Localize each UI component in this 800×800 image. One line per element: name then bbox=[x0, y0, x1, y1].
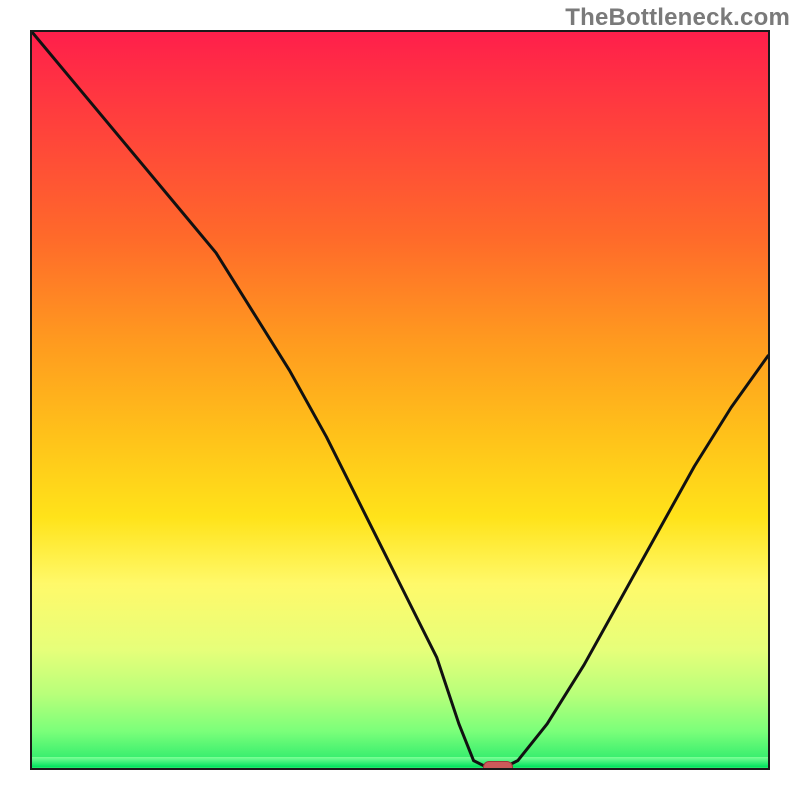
chart-plot-area bbox=[30, 30, 770, 770]
chart-line-svg bbox=[32, 32, 768, 768]
optimal-point-marker bbox=[483, 761, 513, 770]
watermark-label: TheBottleneck.com bbox=[565, 4, 790, 32]
chart-line-path bbox=[32, 32, 768, 768]
